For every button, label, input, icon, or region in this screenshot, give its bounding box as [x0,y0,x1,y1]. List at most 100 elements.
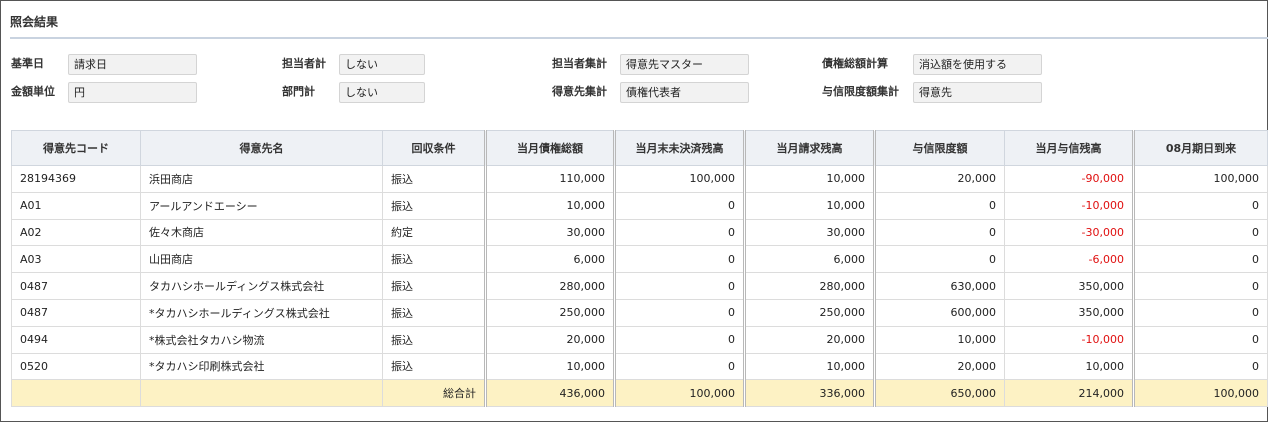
table-cell: 30,000 [484,218,615,247]
title-divider [10,37,1268,39]
total-cell: 総合計 [382,379,486,408]
table-cell: 0 [1132,298,1268,327]
table-cell: 振込 [382,325,486,354]
table-cell: 0 [613,245,745,274]
table-cell: 0 [613,218,745,247]
table-cell: 0 [1132,218,1268,247]
table-cell: 振込 [382,191,486,220]
table-cell: 250,000 [484,298,615,327]
table-row[interactable]: 0487 *タカハシホールディングス株式会社 振込 250,000 0 250,000 60… [11,298,1268,327]
field-label-staff-aggregation: 担当者集計 [552,57,607,70]
total-row: 総合計 436,000 100,000 336,000 650,000 214,000 10… [11,379,1268,408]
table-row[interactable]: A02 佐々木商店 約定 30,000 0 30,000 0 -30,000 0 [11,218,1268,247]
table-row[interactable]: A03 山田商店 振込 6,000 0 6,000 0 -6,000 0 [11,245,1268,274]
table-cell: 20,000 [873,352,1005,381]
table-cell: 0 [613,191,745,220]
col-header-customer-name[interactable]: 得意先名 [140,130,383,166]
table-cell: *株式会社タカハシ物流 [140,325,383,354]
table-cell: 20,000 [873,165,1005,193]
table-cell: 佐々木商店 [140,218,383,247]
table-cell: A03 [11,245,141,274]
table-cell: 0 [613,272,745,300]
field-label-amount-unit: 金額単位 [11,85,55,98]
total-cell: 214,000 [1004,379,1134,408]
table-row[interactable]: A01 アールアンドエーシー 振込 10,000 0 10,000 0 -10,000 0 [11,191,1268,220]
col-header-credit-limit[interactable]: 与信限度額 [873,130,1005,166]
table-cell: 20,000 [484,325,615,354]
total-cell [140,379,383,408]
table-cell: アールアンドエーシー [140,191,383,220]
table-cell: 10,000 [743,165,875,193]
table-cell: 10,000 [484,352,615,381]
table-cell: 0487 [11,298,141,327]
total-cell [11,379,141,408]
table-cell: 350,000 [1004,272,1134,300]
field-label-base-date: 基準日 [11,57,44,70]
page-title: 照会結果 [10,15,59,29]
table-cell: 20,000 [743,325,875,354]
table-cell: 280,000 [484,272,615,300]
table-cell: -10,000 [1004,191,1134,220]
table-cell: A02 [11,218,141,247]
table-cell: 10,000 [484,191,615,220]
table-cell: 10,000 [873,325,1005,354]
table-cell: 振込 [382,298,486,327]
table-cell: 10,000 [743,191,875,220]
table-cell: 250,000 [743,298,875,327]
table-cell: 10,000 [743,352,875,381]
table-cell: 0 [1132,352,1268,381]
field-dept-total: しない [339,82,425,103]
table-cell: 浜田商店 [140,165,383,193]
col-header-august-due[interactable]: 08月期日到来 [1132,130,1268,166]
field-staff-aggregation: 得意先マスター [620,54,749,75]
results-table: 得意先コード 得意先名 回収条件 当月債権総額 当月末未決済残高 当月請求残高 … [11,130,1268,408]
table-row[interactable]: 0494 *株式会社タカハシ物流 振込 20,000 0 20,000 10,000 -10,… [11,325,1268,354]
field-label-dept-total: 部門計 [282,85,315,98]
col-header-customer-code[interactable]: 得意先コード [11,130,141,166]
table-cell: -90,000 [1004,165,1134,193]
table-body: 28194369 浜田商店 振込 110,000 100,000 10,000 20,000… [11,165,1268,408]
table-row[interactable]: 28194369 浜田商店 振込 110,000 100,000 10,000 20,000… [11,165,1268,193]
field-staff-total: しない [339,54,425,75]
table-row[interactable]: 0520 *タカハシ印刷株式会社 振込 10,000 0 10,000 20,000 10,0… [11,352,1268,381]
field-credit-limit-aggregation: 得意先 [913,82,1042,103]
col-header-collection-terms[interactable]: 回収条件 [382,130,486,166]
field-base-date: 請求日 [68,54,197,75]
table-header-row: 得意先コード 得意先名 回収条件 当月債権総額 当月末未決済残高 当月請求残高 … [11,130,1268,166]
table-cell: 振込 [382,352,486,381]
field-customer-aggregation: 債権代表者 [620,82,749,103]
table-cell: 0 [873,245,1005,274]
table-cell: 0 [613,325,745,354]
col-header-month-receivables[interactable]: 当月債権総額 [484,130,615,166]
col-header-month-billing-balance[interactable]: 当月請求残高 [743,130,875,166]
table-cell: 0 [873,191,1005,220]
table-cell: 0 [1132,245,1268,274]
table-cell: 山田商店 [140,245,383,274]
table-cell: 6,000 [743,245,875,274]
table-cell: 100,000 [1132,165,1268,193]
col-header-month-end-unsettled[interactable]: 当月末未決済残高 [613,130,745,166]
col-header-month-credit-balance[interactable]: 当月与信残高 [1004,130,1134,166]
table-cell: -30,000 [1004,218,1134,247]
field-receivable-calc: 消込額を使用する [913,54,1042,75]
table-cell: 0 [613,298,745,327]
table-cell: 0 [873,218,1005,247]
table-cell: 0 [1132,272,1268,300]
table-cell: 0494 [11,325,141,354]
table-cell: 約定 [382,218,486,247]
table-cell: 0 [1132,191,1268,220]
table-cell: 28194369 [11,165,141,193]
table-cell: 0487 [11,272,141,300]
total-cell: 336,000 [743,379,875,408]
table-row[interactable]: 0487 タカハシホールディングス株式会社 振込 280,000 0 280,000 630… [11,272,1268,300]
table-cell: 振込 [382,272,486,300]
table-cell: 6,000 [484,245,615,274]
field-label-customer-aggregation: 得意先集計 [552,85,607,98]
table-cell: 100,000 [613,165,745,193]
table-cell: 280,000 [743,272,875,300]
table-cell: *タカハシ印刷株式会社 [140,352,383,381]
table-cell: 110,000 [484,165,615,193]
table-cell: 0 [1132,325,1268,354]
table-cell: タカハシホールディングス株式会社 [140,272,383,300]
total-cell: 436,000 [484,379,615,408]
